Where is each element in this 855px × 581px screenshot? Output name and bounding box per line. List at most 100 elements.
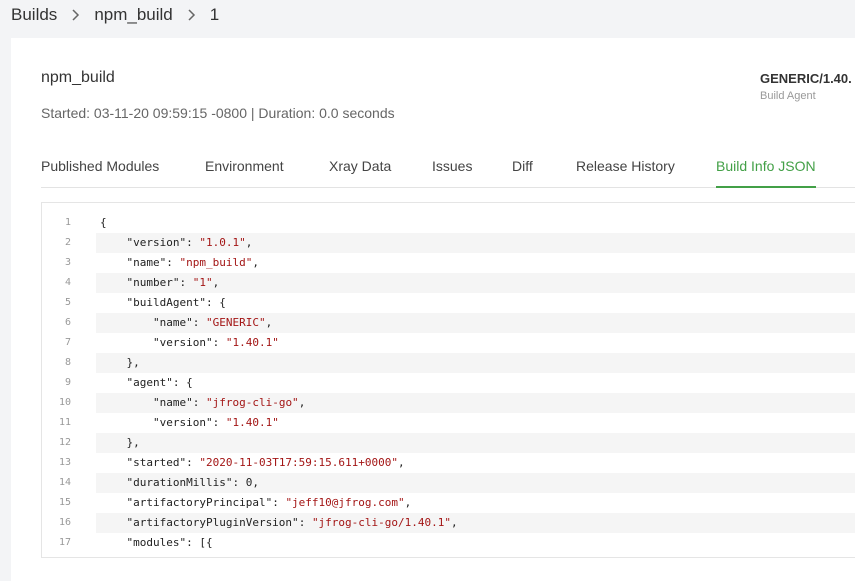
json-token: { <box>100 216 107 229</box>
code-text: "started": "2020-11-03T17:59:15.611+0000… <box>96 453 855 473</box>
build-meta: Started: 03-11-20 09:59:15 -0800 | Durat… <box>41 105 395 121</box>
json-string: "1.40.1" <box>225 416 279 429</box>
build-agent-value: GENERIC/1.40. <box>760 71 852 86</box>
code-line: 7 "version": "1.40.1" <box>42 333 855 353</box>
json-token: : <box>272 496 286 509</box>
tab-release-history[interactable]: Release History <box>576 158 675 186</box>
tab-published-modules[interactable]: Published Modules <box>41 158 159 186</box>
json-token: : { <box>172 376 193 389</box>
json-token: , <box>404 496 412 509</box>
json-code-viewer[interactable]: 1 {2 "version": "1.0.1", 3 "name": "npm_bu… <box>41 202 855 558</box>
code-text: "name": "GENERIC", <box>96 313 855 333</box>
code-text: "name": "jfrog-cli-go", <box>96 393 855 413</box>
json-token: : <box>212 416 226 429</box>
json-string: "1" <box>192 276 213 289</box>
json-token: "durationMillis" <box>100 476 233 489</box>
line-number: 6 <box>64 317 71 328</box>
code-line: 9 "agent": { <box>42 373 855 393</box>
json-token: : <box>186 456 200 469</box>
json-token: "artifactoryPrincipal" <box>100 496 273 509</box>
build-agent-label: Build Agent <box>760 90 816 102</box>
line-number: 9 <box>64 377 71 388</box>
json-token: "agent" <box>100 376 173 389</box>
json-token: , <box>451 516 458 529</box>
line-number: 17 <box>58 537 71 548</box>
code-text: "version": "1.0.1", <box>96 233 855 253</box>
line-number: 2 <box>64 237 71 248</box>
code-line: 15 "artifactoryPrincipal": "jeff10@jfrog… <box>42 493 855 513</box>
chevron-right-icon <box>71 9 80 21</box>
json-token: : { <box>205 296 226 309</box>
json-string: "jeff10@jfrog.com" <box>285 496 405 509</box>
json-token: , <box>245 236 253 249</box>
code-text: "artifactoryPluginVersion": "jfrog-cli-g… <box>96 513 855 533</box>
line-number: 11 <box>58 417 71 428</box>
json-token: , <box>252 476 259 489</box>
code-text: "modules": [{ <box>96 533 855 553</box>
breadcrumb-build-number: 1 <box>209 5 220 24</box>
tab-environment[interactable]: Environment <box>205 158 284 186</box>
line-number: 4 <box>64 277 71 288</box>
line-number: 1 <box>64 217 71 228</box>
build-panel: npm_build Started: 03-11-20 09:59:15 -08… <box>11 38 855 581</box>
code-text: "name": "npm_build", <box>96 253 855 273</box>
json-token: "modules" <box>100 536 187 549</box>
code-text: "number": "1", <box>96 273 855 293</box>
json-string: "1.0.1" <box>199 236 246 249</box>
json-token: }, <box>100 356 140 369</box>
json-token: : <box>298 516 312 529</box>
json-token: }, <box>100 436 140 449</box>
code-line: 4 "number": "1", <box>42 273 855 293</box>
json-token: , <box>252 256 259 269</box>
tab-build-info-json[interactable]: Build Info JSON <box>716 158 816 188</box>
code-line: 16 "artifactoryPluginVersion": "jfrog-cl… <box>42 513 855 533</box>
json-token: "version" <box>100 336 213 349</box>
line-number: 16 <box>58 517 71 528</box>
json-token: "artifactoryPluginVersion" <box>100 516 299 529</box>
code-text: "version": "1.40.1" <box>96 333 855 353</box>
code-text: "artifactoryPrincipal": "jeff10@jfrog.co… <box>96 493 855 513</box>
code-line: 10 "name": "jfrog-cli-go", <box>42 393 855 413</box>
code-text: { <box>96 213 855 233</box>
chevron-right-icon <box>187 9 196 21</box>
json-token: "started" <box>100 456 187 469</box>
json-token: : <box>212 336 226 349</box>
json-token: "version" <box>100 416 213 429</box>
code-text: "agent": { <box>96 373 855 393</box>
tab-diff[interactable]: Diff <box>512 158 533 186</box>
tab-xray-data[interactable]: Xray Data <box>329 158 391 186</box>
code-line: 11 "version": "1.40.1" <box>42 413 855 433</box>
json-string: "2020-11-03T17:59:15.611+0000" <box>199 456 399 469</box>
code-text: }, <box>96 353 855 373</box>
line-number: 12 <box>58 437 71 448</box>
breadcrumb: Builds npm_build 1 <box>11 4 219 26</box>
tab-issues[interactable]: Issues <box>432 158 472 186</box>
json-token: "name" <box>100 256 167 269</box>
code-text: "durationMillis": 0, <box>96 473 855 493</box>
json-token: : <box>186 236 200 249</box>
code-text: }, <box>96 433 855 453</box>
json-token: : <box>232 476 246 489</box>
json-token: "number" <box>100 276 180 289</box>
json-token: : <box>179 276 193 289</box>
code-line: 2 "version": "1.0.1", <box>42 233 855 253</box>
build-title: npm_build <box>41 69 115 86</box>
json-token: , <box>265 316 273 329</box>
line-number: 5 <box>64 297 71 308</box>
code-text: "version": "1.40.1" <box>96 413 855 433</box>
breadcrumb-builds[interactable]: Builds <box>11 5 57 25</box>
code-line: 14 "durationMillis": 0, <box>42 473 855 493</box>
line-number: 3 <box>64 257 71 268</box>
json-string: "jfrog-cli-go/1.40.1" <box>311 516 452 529</box>
code-line: 12 }, <box>42 433 855 453</box>
json-token: : <box>192 396 206 409</box>
line-number: 7 <box>64 337 71 348</box>
json-token: : <box>192 316 206 329</box>
json-string: "jfrog-cli-go" <box>205 396 299 409</box>
line-number: 8 <box>64 357 71 368</box>
breadcrumb-build-name[interactable]: npm_build <box>94 5 172 25</box>
json-string: "1.40.1" <box>225 336 279 349</box>
line-number: 10 <box>58 397 71 408</box>
line-number: 14 <box>58 477 71 488</box>
code-line: 6 "name": "GENERIC", <box>42 313 855 333</box>
